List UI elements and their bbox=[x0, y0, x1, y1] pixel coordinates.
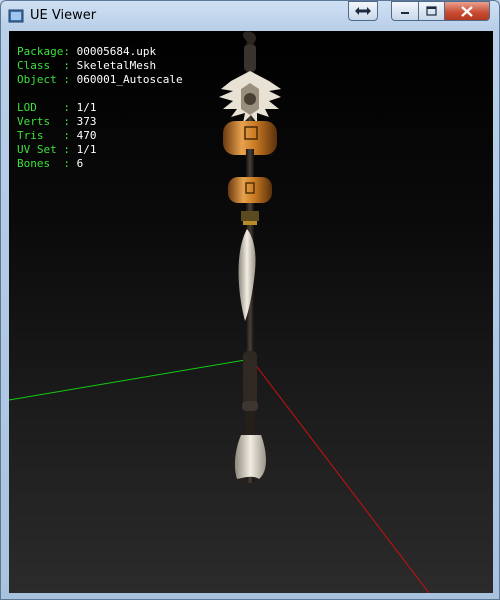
3d-viewport[interactable]: Package: 00005684.upk Class : SkeletalMe… bbox=[9, 31, 493, 593]
staff-mesh bbox=[219, 31, 281, 483]
app-window: UE Viewer Package: 00005684.upk Class: … bbox=[0, 0, 500, 600]
close-button[interactable] bbox=[444, 1, 490, 21]
minimize-icon bbox=[401, 12, 409, 14]
info-bones: Bones : 6 bbox=[17, 157, 183, 171]
maximize-button[interactable] bbox=[418, 1, 444, 21]
minimize-button[interactable] bbox=[391, 1, 418, 21]
info-label: Bones : bbox=[17, 157, 77, 170]
info-label: LOD : bbox=[17, 101, 77, 114]
info-object: Object : 060001_Autoscale bbox=[17, 73, 183, 87]
info-value: 1/1 bbox=[76, 101, 97, 114]
info-value: 1/1 bbox=[76, 143, 97, 156]
mesh-info-panel: Package: 00005684.upk Class : SkeletalMe… bbox=[17, 45, 183, 171]
axis-y-line bbox=[9, 358, 252, 401]
window-title: UE Viewer bbox=[30, 8, 97, 23]
double-arrow-icon bbox=[355, 7, 371, 15]
maximize-icon bbox=[426, 6, 437, 16]
title-bar[interactable]: UE Viewer bbox=[1, 1, 499, 31]
toggle-button[interactable] bbox=[348, 1, 378, 21]
feather-crown bbox=[219, 71, 281, 123]
info-uvset: UV Set : 1/1 bbox=[17, 143, 183, 157]
axis-x-line bbox=[250, 358, 430, 593]
info-value: 6 bbox=[76, 157, 84, 170]
info-package: Package: 00005684.upk bbox=[17, 45, 183, 59]
info-label: Package: bbox=[17, 45, 77, 58]
ue-viewer-icon bbox=[8, 9, 24, 23]
lower-drum bbox=[228, 177, 272, 203]
close-icon bbox=[461, 5, 473, 17]
info-label: Object : bbox=[17, 73, 77, 86]
info-class: Class : SkeletalMesh bbox=[17, 59, 183, 73]
info-tris: Tris : 470 bbox=[17, 129, 183, 143]
info-value: SkeletalMesh bbox=[76, 59, 157, 72]
brush-tip bbox=[234, 435, 266, 479]
info-lod: LOD : 1/1 bbox=[17, 101, 183, 115]
info-label: Class : bbox=[17, 59, 77, 72]
info-label: UV Set : bbox=[17, 143, 77, 156]
upper-drum bbox=[223, 121, 277, 165]
info-value: 060001_Autoscale bbox=[76, 73, 183, 86]
info-value: 470 bbox=[76, 129, 97, 142]
info-label: Tris : bbox=[17, 129, 77, 142]
info-value: 373 bbox=[76, 115, 97, 128]
info-label: Verts : bbox=[17, 115, 77, 128]
info-value: 00005684.upk bbox=[76, 45, 157, 58]
info-verts: Verts : 373 bbox=[17, 115, 183, 129]
